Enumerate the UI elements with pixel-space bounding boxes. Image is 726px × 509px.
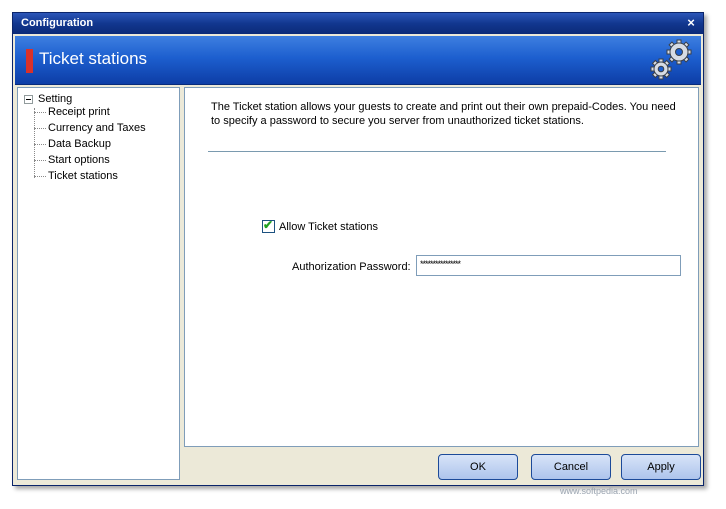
tree-item-currency-and-taxes[interactable]: Currency and Taxes xyxy=(34,120,146,136)
description-text: The Ticket station allows your guests to… xyxy=(211,101,676,127)
tree-item-start-options[interactable]: Start options xyxy=(34,152,110,168)
checkmark-icon: ✔ xyxy=(263,218,274,232)
ticket-stations-panel: The Ticket station allows your guests to… xyxy=(184,87,699,447)
window-title: Configuration xyxy=(21,17,94,29)
tree-item-label: Start options xyxy=(48,154,110,166)
tree-item-label: Receipt print xyxy=(48,106,110,118)
close-button[interactable]: × xyxy=(683,15,699,31)
banner-marker xyxy=(26,49,33,73)
page-title: Ticket stations xyxy=(39,49,148,68)
tree-item-receipt-print[interactable]: Receipt print xyxy=(34,104,110,120)
configuration-window: Configuration × Ticket stations Setting … xyxy=(12,12,704,486)
allow-ticket-stations-label: Allow Ticket stations xyxy=(279,220,379,233)
allow-ticket-stations-checkbox[interactable]: ✔ xyxy=(262,218,275,233)
title-bar[interactable]: Configuration × xyxy=(13,13,703,34)
collapse-icon[interactable] xyxy=(24,94,33,104)
apply-button[interactable]: Apply xyxy=(621,454,701,480)
tree-item-label: Data Backup xyxy=(48,138,111,150)
authorization-password-field[interactable]: **************** xyxy=(416,255,681,276)
gears-icon xyxy=(650,39,692,80)
header-banner: Ticket stations xyxy=(15,36,701,85)
tree-item-label: Currency and Taxes xyxy=(48,122,146,134)
settings-tree: Setting Receipt print Currency and Taxes… xyxy=(17,87,180,480)
allow-ticket-stations-option[interactable]: ✔ Allow Ticket stations xyxy=(262,218,379,233)
watermark: www.softpedia.com xyxy=(560,486,638,496)
tree-item-ticket-stations[interactable]: Ticket stations xyxy=(34,168,118,184)
ok-button[interactable]: OK xyxy=(438,454,518,480)
divider xyxy=(208,151,666,152)
tree-item-data-backup[interactable]: Data Backup xyxy=(34,136,111,152)
tree-item-label: Ticket stations xyxy=(48,170,118,182)
cancel-button[interactable]: Cancel xyxy=(531,454,611,480)
authorization-password-label: Authorization Password: xyxy=(292,261,411,273)
